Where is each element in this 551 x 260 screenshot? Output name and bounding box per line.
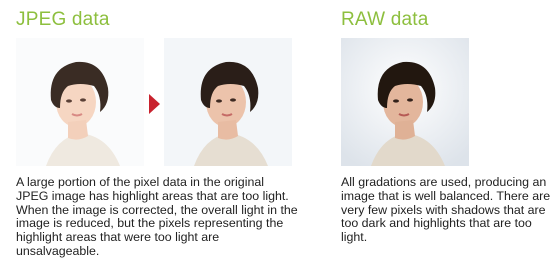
raw-caption: All gradations are used, producing an im… [341,175,551,245]
jpeg-caption: A large portion of the pixel data in the… [16,175,298,258]
jpeg-data-title: JPEG data [16,9,110,30]
raw-photo [341,38,469,166]
jpeg-corrected-photo [164,38,292,166]
arrow-right-icon [149,94,160,114]
jpeg-original-photo [16,38,144,166]
raw-data-title: RAW data [341,9,429,30]
